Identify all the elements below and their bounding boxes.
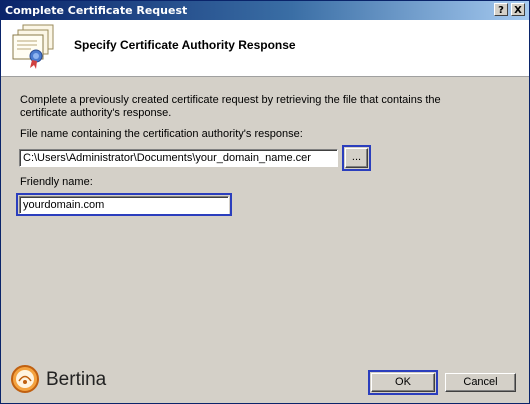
description-text: Complete a previously created certificat… bbox=[20, 94, 441, 119]
bertina-logo: Bertina bbox=[10, 364, 120, 396]
ok-button[interactable]: OK bbox=[371, 373, 435, 392]
friendly-name-input[interactable]: yourdomain.com bbox=[19, 196, 229, 214]
help-button[interactable]: ? bbox=[494, 3, 508, 16]
dialog-footer: Bertina OK Cancel bbox=[1, 357, 529, 403]
window-title: Complete Certificate Request bbox=[5, 4, 188, 17]
close-button[interactable]: X bbox=[511, 3, 525, 16]
file-name-label: File name containing the certification a… bbox=[20, 128, 303, 140]
friendly-name-label: Friendly name: bbox=[20, 176, 93, 188]
certificate-icon bbox=[12, 24, 54, 69]
file-name-input[interactable]: C:\Users\Administrator\Documents\your_do… bbox=[19, 149, 338, 167]
bertina-logo-icon bbox=[11, 365, 39, 393]
dialog-window: Complete Certificate Request ? X Specify… bbox=[0, 0, 530, 404]
page-title: Specify Certificate Authority Response bbox=[74, 38, 296, 52]
cancel-button[interactable]: Cancel bbox=[445, 373, 516, 392]
form-content: Complete a previously created certificat… bbox=[1, 77, 529, 361]
logo-text: Bertina bbox=[46, 369, 107, 390]
title-bar[interactable]: Complete Certificate Request ? X bbox=[1, 1, 529, 20]
browse-button[interactable]: ... bbox=[345, 148, 368, 168]
dialog-header: Specify Certificate Authority Response bbox=[1, 20, 529, 77]
